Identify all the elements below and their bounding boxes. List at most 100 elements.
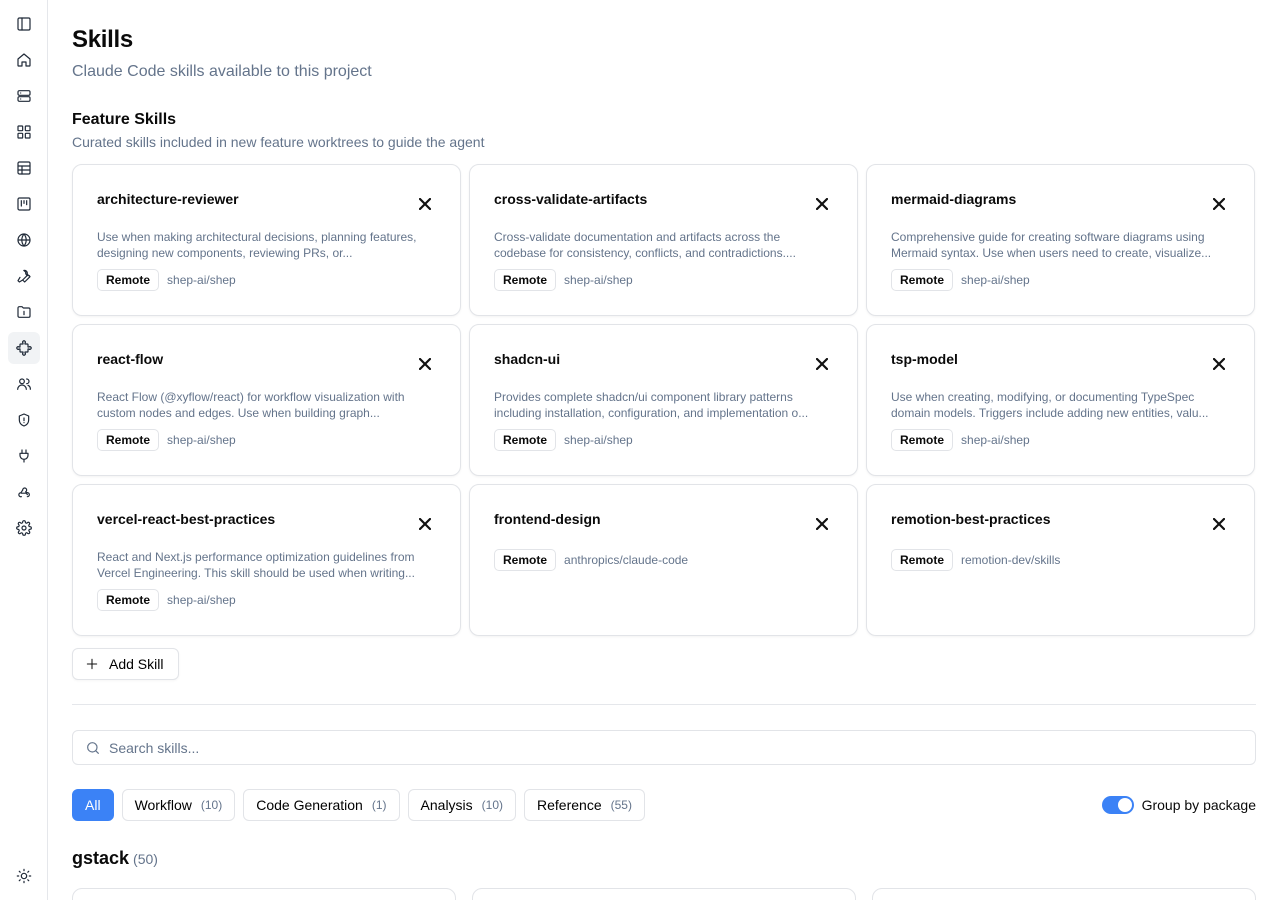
add-skill-label: Add Skill xyxy=(109,656,164,672)
package-name: shep-ai/shep xyxy=(167,433,236,447)
skill-meta: Remote shep-ai/shep xyxy=(494,269,633,291)
skill-card[interactable]: mermaid-diagrams Comprehensive guide for … xyxy=(866,164,1255,316)
skill-meta: Remote shep-ai/shep xyxy=(891,429,1030,451)
grid-icon[interactable] xyxy=(8,116,40,148)
page-title: Skills xyxy=(72,26,133,53)
package-name: anthropics/claude-code xyxy=(564,553,689,567)
skill-meta: Remote shep-ai/shep xyxy=(97,589,236,611)
skill-name: mermaid-diagrams xyxy=(891,191,1017,207)
divider xyxy=(72,704,1256,705)
feature-skills-grid: architecture-reviewer Use when making arc… xyxy=(72,164,1256,636)
add-skill-button[interactable]: Add Skill xyxy=(72,648,179,680)
search-input[interactable] xyxy=(109,739,1209,756)
filter-chip-reference[interactable]: Reference (55) xyxy=(524,789,645,821)
users-icon[interactable] xyxy=(8,368,40,400)
remove-skill-button[interactable] xyxy=(1212,197,1226,211)
remove-skill-button[interactable] xyxy=(815,357,829,371)
filter-label: Reference xyxy=(537,797,602,813)
source-badge: Remote xyxy=(494,549,557,571)
skill-card[interactable] xyxy=(872,888,1256,900)
filter-label: Analysis xyxy=(420,797,473,813)
skill-card[interactable]: remotion-best-practices Remote remotion-de… xyxy=(866,484,1255,636)
remove-skill-button[interactable] xyxy=(815,197,829,211)
table-icon[interactable] xyxy=(8,152,40,184)
globe-icon[interactable] xyxy=(8,224,40,256)
skill-description: React and Next.js performance optimizati… xyxy=(97,550,415,580)
kanban-icon[interactable] xyxy=(8,188,40,220)
source-badge: Remote xyxy=(891,429,954,451)
filter-chip-workflow[interactable]: Workflow (10) xyxy=(121,789,236,821)
skill-card[interactable]: cross-validate-artifacts Cross-validate d… xyxy=(469,164,858,316)
main-content: Skills Claude Code skills available to t… xyxy=(72,0,1256,900)
skill-card[interactable]: tsp-model Use when creating, modifying, o… xyxy=(866,324,1255,476)
group-by-package-toggle[interactable]: Group by package xyxy=(1101,796,1256,814)
skill-card[interactable]: frontend-design Remote anthropics/claude-c… xyxy=(469,484,858,636)
filter-count: (10) xyxy=(481,798,504,812)
skill-meta: Remote shep-ai/shep xyxy=(494,429,633,451)
skill-name: react-flow xyxy=(97,351,164,367)
skill-name: frontend-design xyxy=(494,511,601,527)
toggle-switch[interactable] xyxy=(1101,796,1134,814)
skill-name: tsp-model xyxy=(891,351,958,367)
skill-description: React Flow (@xyflow/react) for workflow … xyxy=(97,390,405,420)
page-subtitle: Claude Code skills available to this pro… xyxy=(72,63,372,80)
category-filters: All Workflow (10) Code Generation (1) Analysi… xyxy=(72,789,645,821)
close-icon xyxy=(419,198,431,210)
filter-label: Workflow xyxy=(134,797,192,813)
server-icon[interactable] xyxy=(8,80,40,112)
filter-chip-all[interactable]: All xyxy=(72,789,114,821)
skill-name: shadcn-ui xyxy=(494,351,561,367)
skill-meta: Remote shep-ai/shep xyxy=(97,269,236,291)
plug-icon[interactable] xyxy=(8,440,40,472)
sidebar xyxy=(0,0,48,900)
remove-skill-button[interactable] xyxy=(815,517,829,531)
skill-card[interactable] xyxy=(472,888,856,900)
section-subtitle: Curated skills included in new feature w… xyxy=(72,134,485,150)
source-badge: Remote xyxy=(494,429,557,451)
skill-name: remotion-best-practices xyxy=(891,511,1051,527)
skill-card[interactable]: architecture-reviewer Use when making arc… xyxy=(72,164,461,316)
remove-skill-button[interactable] xyxy=(1212,357,1226,371)
panel-left-icon[interactable] xyxy=(8,8,40,40)
remove-skill-button[interactable] xyxy=(418,517,432,531)
remove-skill-button[interactable] xyxy=(418,357,432,371)
skill-card[interactable]: react-flow React Flow (@xyflow/react) for… xyxy=(72,324,461,476)
source-badge: Remote xyxy=(494,269,557,291)
source-badge: Remote xyxy=(97,429,160,451)
skill-meta: Remote shep-ai/shep xyxy=(891,269,1030,291)
puzzle-icon[interactable] xyxy=(8,332,40,364)
close-icon xyxy=(816,518,828,530)
filter-label: All xyxy=(85,797,101,813)
skill-meta: Remote remotion-dev/skills xyxy=(891,549,1060,571)
section-title: Feature Skills xyxy=(72,111,177,128)
filter-chip-analysis[interactable]: Analysis (10) xyxy=(407,789,517,821)
package-group-count: (50) xyxy=(133,851,158,867)
remove-skill-button[interactable] xyxy=(418,197,432,211)
folder-icon[interactable] xyxy=(8,296,40,328)
source-badge: Remote xyxy=(97,589,160,611)
package-name: shep-ai/shep xyxy=(564,273,633,287)
filter-chip-code-generation[interactable]: Code Generation (1) xyxy=(243,789,400,821)
skill-description: Use when making architectural decisions,… xyxy=(97,230,417,260)
home-icon[interactable] xyxy=(8,44,40,76)
wrench-icon[interactable] xyxy=(8,260,40,292)
source-badge: Remote xyxy=(891,549,954,571)
skill-card[interactable]: vercel-react-best-practices React and Nex… xyxy=(72,484,461,636)
sun-icon[interactable] xyxy=(8,860,40,892)
source-badge: Remote xyxy=(97,269,160,291)
skill-card[interactable] xyxy=(72,888,456,900)
filter-count: (1) xyxy=(371,798,387,812)
remove-skill-button[interactable] xyxy=(1212,517,1226,531)
shield-icon[interactable] xyxy=(8,404,40,436)
skill-description: Provides complete shadcn/ui component li… xyxy=(494,390,809,420)
package-name: shep-ai/shep xyxy=(167,593,236,607)
skill-name: vercel-react-best-practices xyxy=(97,511,276,527)
gear-icon[interactable] xyxy=(8,512,40,544)
filter-count: (55) xyxy=(610,798,632,812)
package-group-header: gstack (50) xyxy=(72,848,158,869)
plus-icon xyxy=(86,658,98,670)
webhook-icon[interactable] xyxy=(8,476,40,508)
skill-card[interactable]: shadcn-ui Provides complete shadcn/ui com… xyxy=(469,324,858,476)
close-icon xyxy=(419,518,431,530)
package-name: remotion-dev/skills xyxy=(961,553,1061,567)
